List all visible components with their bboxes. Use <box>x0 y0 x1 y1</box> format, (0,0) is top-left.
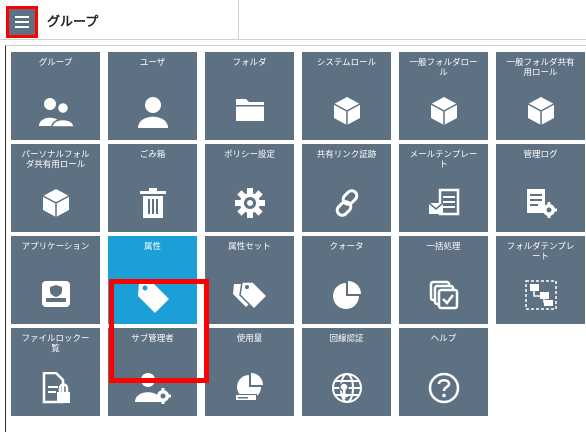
tile-label: 一般フォルダロー ル <box>409 58 478 78</box>
tile-file-lock-list[interactable]: ファイルロックー 覧 <box>11 328 100 416</box>
tile-admin-log[interactable]: 管理ログ <box>496 144 585 232</box>
tile-label: サブ管理者 <box>131 334 174 344</box>
hamburger-menu-button[interactable] <box>6 6 38 38</box>
tile-label: ユーザ <box>139 58 166 68</box>
tile-label: メールテンプレー ト <box>409 150 478 170</box>
gear-icon <box>234 188 265 218</box>
tile-label: 属性 <box>143 242 161 252</box>
tile-folder[interactable]: フォルダ <box>205 52 294 140</box>
tile-label: 管理ログ <box>523 150 558 160</box>
usage-icon <box>234 373 263 401</box>
tile-general-folder-share-role[interactable]: 一般フォルダ共有 用ロール <box>496 52 585 140</box>
tile-label: 回線認証 <box>329 334 364 344</box>
tile-label: 使用量 <box>236 334 263 344</box>
user-icon <box>137 97 168 128</box>
tile-label: フォルダ <box>232 58 267 68</box>
tile-label: ヘルプ <box>430 334 457 344</box>
tile-label: アプリケーション <box>21 242 90 252</box>
tile-label: クォータ <box>329 242 364 252</box>
tile-folder-template[interactable]: フォルダテンプレ ート <box>496 236 585 324</box>
tile-label: 属性セット <box>228 242 271 252</box>
tile-line-auth[interactable]: 回線認証 <box>302 328 391 416</box>
tile-label: フォルダテンプレ ート <box>506 242 575 262</box>
tile-attribute-set[interactable]: 属性セット <box>205 236 294 324</box>
tag-set-icon <box>232 281 268 311</box>
tile-general-folder-role[interactable]: 一般フォルダロー ル <box>399 52 488 140</box>
trash-icon <box>139 188 166 218</box>
tile-group[interactable]: グループ <box>11 52 100 140</box>
hamburger-icon <box>15 16 29 28</box>
application-icon <box>41 281 70 307</box>
tile-label: ファイルロックー 覧 <box>21 334 90 354</box>
folder-icon <box>235 99 264 121</box>
tile-usage[interactable]: 使用量 <box>205 328 294 416</box>
folder-template-icon <box>524 280 557 310</box>
help-icon <box>428 372 459 404</box>
tile-label: ごみ箱 <box>139 150 166 160</box>
tile-label: グループ <box>38 58 73 68</box>
header-divider <box>238 0 239 40</box>
tile-label: システムロール <box>316 58 377 68</box>
tile-shared-link-trail[interactable]: 共有リンク証跡 <box>302 144 391 232</box>
group-icon <box>38 98 74 128</box>
tile-label: ポリシー設定 <box>223 150 275 160</box>
cube-icon <box>333 97 360 125</box>
tile-help[interactable]: ヘルプ <box>399 328 488 416</box>
tile-application[interactable]: アプリケーション <box>11 236 100 324</box>
tile-sub-admin[interactable]: サブ管理者 <box>108 328 197 416</box>
page-title: グループ <box>47 15 99 30</box>
tile-label: 一括処理 <box>426 242 461 252</box>
tile-label: 共有リンク証跡 <box>316 150 377 160</box>
link-icon <box>335 189 358 217</box>
tile-trash[interactable]: ごみ箱 <box>108 144 197 232</box>
admin-log-icon <box>526 189 557 218</box>
top-bar: グループ <box>0 0 586 40</box>
tile-mail-template[interactable]: メールテンプレー ト <box>399 144 488 232</box>
pie-icon <box>332 281 361 309</box>
tile-label: 一般フォルダ共有 用ロール <box>506 58 575 78</box>
batch-icon <box>429 280 458 310</box>
tile-attribute[interactable]: 属性 <box>108 236 197 324</box>
tile-label: パーソナルフォル ダ共有用ロール <box>21 150 90 170</box>
mail-template-icon <box>428 188 459 216</box>
globe-key-icon <box>331 373 362 403</box>
tile-quota[interactable]: クォータ <box>302 236 391 324</box>
tile-user[interactable]: ユーザ <box>108 52 197 140</box>
tile-batch-process[interactable]: 一括処理 <box>399 236 488 324</box>
tile-policy-settings[interactable]: ポリシー設定 <box>205 144 294 232</box>
admin-menu-panel: グループ ユーザ フォルダ システムロール 一般フォルダロー ル 一般フォルダ共… <box>5 45 586 432</box>
cube-icon <box>527 97 554 125</box>
tile-personal-folder-share-role[interactable]: パーソナルフォル ダ共有用ロール <box>11 144 100 232</box>
tile-system-role[interactable]: システムロール <box>302 52 391 140</box>
tag-icon <box>137 282 169 313</box>
cube-icon <box>430 97 457 125</box>
file-lock-icon <box>42 372 70 404</box>
cube-icon <box>42 189 69 217</box>
sub-admin-icon <box>134 373 171 404</box>
